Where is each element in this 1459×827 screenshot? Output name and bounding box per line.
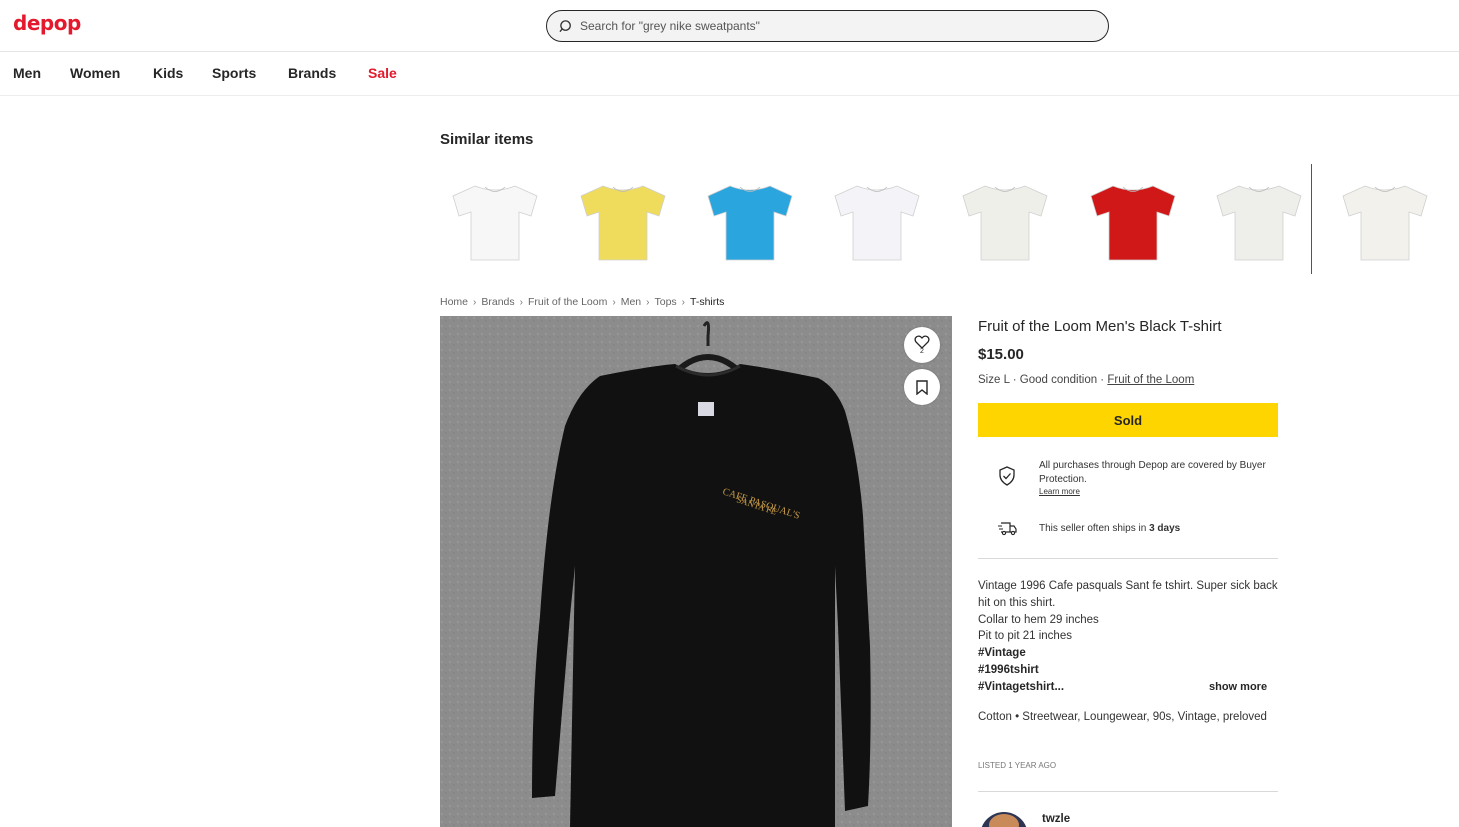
- description-line: Vintage 1996 Cafe pasquals Sant fe tshir…: [978, 580, 1278, 609]
- delivery-truck-icon: [998, 522, 1017, 536]
- product-price: $15.00: [978, 346, 1024, 363]
- similar-item-thumb[interactable]: [822, 164, 932, 274]
- breadcrumb-brands[interactable]: Brands: [481, 296, 514, 308]
- category-nav: Men Women Kids Sports Brands Sale: [0, 52, 1459, 96]
- similar-items-carousel: [440, 164, 1459, 274]
- shield-check-icon: [999, 466, 1015, 486]
- similar-item-thumb[interactable]: [1078, 164, 1188, 274]
- depop-logo[interactable]: depop: [13, 11, 81, 35]
- save-button[interactable]: [904, 369, 940, 405]
- similar-item-thumb[interactable]: [950, 164, 1060, 274]
- nav-brands[interactable]: Brands: [288, 65, 336, 81]
- sold-button[interactable]: Sold: [978, 403, 1278, 437]
- search-icon: [559, 19, 571, 32]
- seller-name[interactable]: twzle: [1042, 813, 1070, 825]
- description-line: Collar to hem 29 inches: [978, 613, 1099, 626]
- show-more-button[interactable]: show more: [1209, 681, 1267, 693]
- top-header: depop: [0, 0, 1459, 52]
- carousel-divider: [1311, 164, 1312, 274]
- nav-sale[interactable]: Sale: [368, 65, 397, 81]
- tshirt-image: [707, 185, 793, 261]
- nav-sports[interactable]: Sports: [212, 65, 256, 81]
- similar-item-thumb[interactable]: [568, 164, 678, 274]
- nav-women[interactable]: Women: [70, 65, 120, 81]
- chevron-right-icon: ›: [681, 296, 686, 308]
- nav-men[interactable]: Men: [13, 65, 41, 81]
- similar-item-thumb[interactable]: [440, 164, 550, 274]
- black-shirt-image: CAFE PASQUAL'S SANTA FE: [440, 316, 952, 827]
- tshirt-image: [1090, 185, 1176, 261]
- ships-days: 3 days: [1149, 523, 1181, 534]
- learn-more-link[interactable]: Learn more: [1039, 487, 1080, 496]
- like-count: 2: [920, 348, 924, 355]
- description-line: Pit to pit 21 inches: [978, 630, 1072, 643]
- bookmark-icon: [916, 379, 928, 395]
- breadcrumb-home[interactable]: Home: [440, 296, 468, 308]
- tshirt-image: [834, 185, 920, 261]
- product-description: Vintage 1996 Cafe pasquals Sant fe tshir…: [978, 578, 1278, 696]
- tshirt-image: [580, 185, 666, 261]
- size-condition: Size L · Good condition ·: [978, 374, 1108, 386]
- product-title: Fruit of the Loom Men's Black T-shirt: [978, 318, 1222, 335]
- tshirt-image: [962, 185, 1048, 261]
- breadcrumb-brand[interactable]: Fruit of the Loom: [528, 296, 607, 308]
- chevron-right-icon: ›: [519, 296, 523, 308]
- section-divider: [978, 791, 1278, 792]
- search-bar[interactable]: [546, 10, 1109, 42]
- similar-item-thumb[interactable]: [1204, 164, 1314, 274]
- nav-kids[interactable]: Kids: [153, 65, 183, 81]
- chevron-right-icon: ›: [612, 296, 616, 308]
- product-photo[interactable]: CAFE PASQUAL'S SANTA FE: [440, 316, 952, 827]
- tshirt-image: [1342, 185, 1428, 261]
- breadcrumb: Home › Brands › Fruit of the Loom › Men › To…: [440, 296, 724, 308]
- section-divider: [978, 558, 1278, 559]
- tshirt-image: [452, 185, 538, 261]
- similar-item-thumb[interactable]: [695, 164, 805, 274]
- hashtag[interactable]: #Vintage: [978, 645, 1278, 662]
- brand-link[interactable]: Fruit of the Loom: [1107, 374, 1194, 386]
- tshirt-image: [1216, 185, 1302, 261]
- seller-avatar[interactable]: [980, 812, 1028, 827]
- heart-icon: [914, 335, 930, 349]
- similar-item-thumb[interactable]: [1330, 164, 1440, 274]
- listed-date: LISTED 1 YEAR AGO: [978, 761, 1057, 770]
- ships-prefix: This seller often ships in: [1039, 523, 1150, 534]
- hashtag[interactable]: #1996tshirt: [978, 662, 1278, 679]
- like-button[interactable]: 2: [904, 327, 940, 363]
- breadcrumb-tshirts[interactable]: T-shirts: [690, 296, 724, 308]
- shipping-info: This seller often ships in 3 days: [1039, 523, 1180, 534]
- chevron-right-icon: ›: [473, 296, 477, 308]
- breadcrumb-tops[interactable]: Tops: [654, 296, 676, 308]
- product-attributes: Cotton • Streetwear, Loungewear, 90s, Vi…: [978, 711, 1267, 723]
- similar-items-heading: Similar items: [440, 131, 534, 148]
- search-input[interactable]: [580, 19, 1080, 33]
- buyer-protection-text: All purchases through Depop are covered …: [1039, 460, 1266, 485]
- breadcrumb-men[interactable]: Men: [621, 296, 641, 308]
- chevron-right-icon: ›: [646, 296, 650, 308]
- product-meta: Size L · Good condition · Fruit of the L…: [978, 374, 1194, 386]
